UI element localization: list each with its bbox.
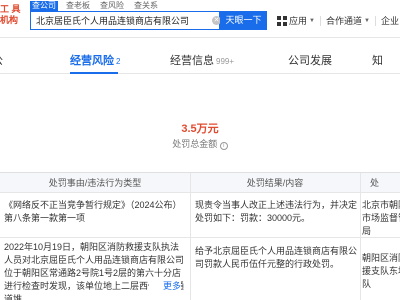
nav-cooperation-label: 合作通道 [325,16,362,26]
cell-result: 给予北京屈臣氏个人用品连锁商店有限公司罚款人民币伍仟元整的行政处罚。 [195,246,357,269]
nav-apps-label: 应用 [289,16,308,26]
column-header-authority: 处 [370,178,380,188]
dimension-tabs: 公 经营风险2 经营信息999+ 公司发展 知 [0,44,400,74]
cell-reason: 《网络反不正当竞争暂行规定》（2024公布）第八条第一款第一项 [4,200,182,223]
search-tab-boss[interactable]: 查老板 [64,1,92,11]
tab-company-overview[interactable]: 公 [0,52,3,68]
penalty-total-amount: 3.5万元 [181,123,219,135]
top-header: 工 具 机构 查公司 查老板 查风险 查关系 ✕ 天眼一下 应用 ▼ 合作通道 … [0,0,400,38]
tab-operating-risk[interactable]: 经营风险 2 [70,52,120,68]
penalty-total-label: 处罚总金额 i [0,137,400,150]
search-input[interactable] [31,12,206,29]
more-link[interactable]: 更多 [149,280,182,293]
cell-authority: 朝阳区消防救援支队东坝大队 [362,253,400,289]
tab-company-development[interactable]: 公司发展 [288,52,332,68]
tab-count: 999+ [216,57,235,66]
column-divider [190,173,191,300]
column-divider [360,173,361,300]
search-type-tabs: 查公司 查老板 查风险 查关系 [30,1,160,11]
column-header-reason: 处罚事由/违法行为类型 [48,178,142,188]
penalty-summary: 3.5万元 处罚总金额 i [0,74,400,162]
tab-label: 知 [372,55,383,67]
penalty-total-label-text: 处罚总金额 [172,139,218,149]
search-tab-relation[interactable]: 查关系 [132,1,160,11]
nav-apps[interactable]: 应用 ▼ [272,14,320,27]
logo-line-2: 机构 [0,15,19,25]
chevron-down-icon: ▼ [309,17,315,24]
info-icon[interactable]: i [219,142,228,150]
search-tab-company[interactable]: 查公司 [30,1,58,11]
table-row: 《网络反不正当竞争暂行规定》（2024公布）第八条第一款第一项 现责令当事人改正… [0,193,400,238]
search-box: ✕ [30,11,221,30]
tab-label: 公 [0,55,3,67]
cell-authority: 北京市朝阳区市场监督管理局 [362,200,400,236]
logo-line-1: 工 具 [0,4,21,14]
apps-grid-icon [277,15,287,26]
nav-enterprise-label: 企业 [380,16,399,26]
tab-operating-info[interactable]: 经营信息 999+ [170,52,234,68]
tab-label: 公司发展 [288,55,332,67]
column-header-result: 处罚结果/内容 [246,178,304,188]
table-header: 处罚事由/违法行为类型 处罚结果/内容 处 [0,173,400,193]
tab-label: 经营信息 [170,55,214,67]
cell-result: 现责令当事人改正上述违法行为，并决定处罚如下：罚款：30000元。 [195,200,357,223]
chevron-down-icon: ▼ [363,17,370,24]
nav-enterprise[interactable]: 企业 [376,14,400,27]
nav-cooperation[interactable]: 合作通道 ▼ [321,14,375,27]
top-nav: 应用 ▼ 合作通道 ▼ 企业 [272,11,400,30]
tab-label: 经营风险 [70,55,114,67]
search-button[interactable]: 天眼一下 [220,11,267,30]
table-row: 2022年10月19日，朝阳区消防救援支队执法人员对北京屈臣氏个人用品连锁商店有… [0,238,400,300]
search-tab-risk[interactable]: 查风险 [98,1,126,11]
tab-intellectual-property[interactable]: 知 [372,52,383,68]
penalty-table: 处罚事由/违法行为类型 处罚结果/内容 处 《网络反不正当竞争暂行规定》（202… [0,172,400,300]
logo[interactable]: 工 具 机构 [0,4,22,26]
tab-count: 2 [116,57,121,66]
